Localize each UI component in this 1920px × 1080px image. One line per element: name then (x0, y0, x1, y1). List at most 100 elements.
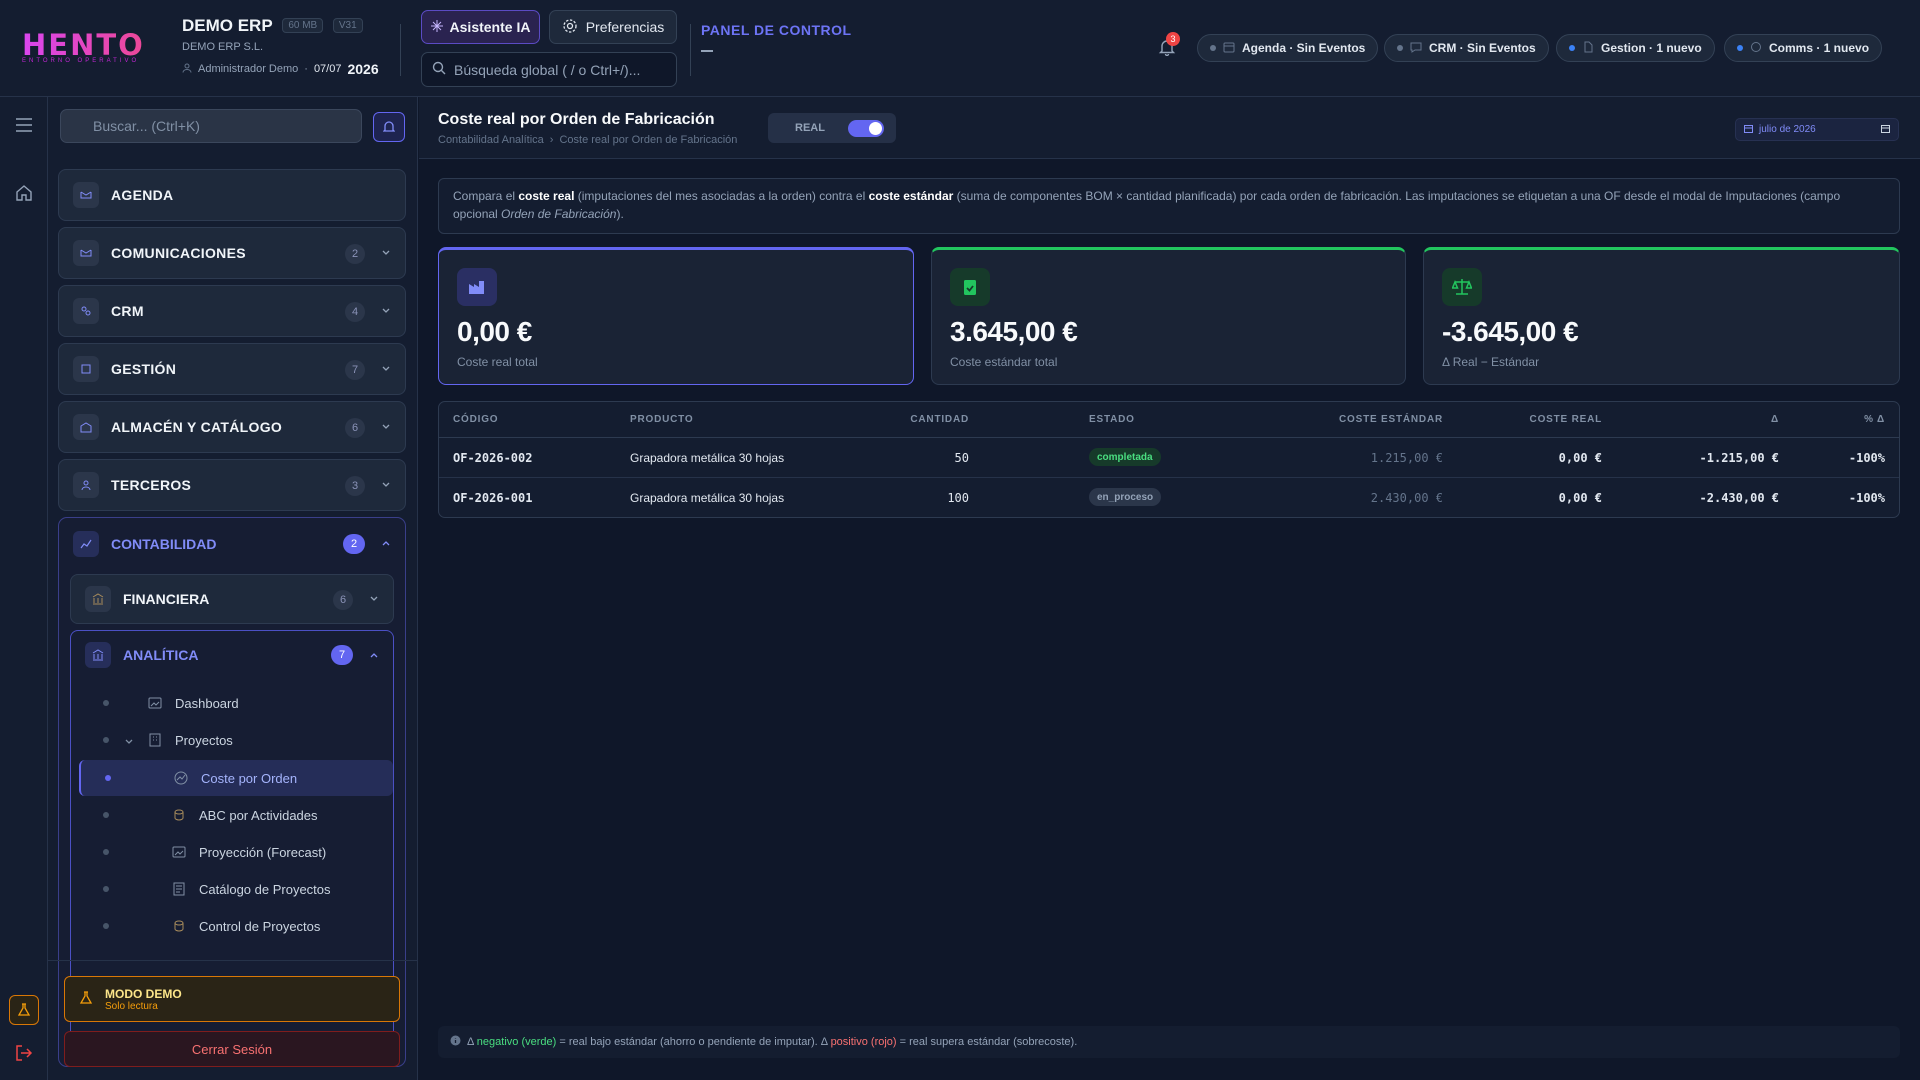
status-chip-gestion[interactable]: Gestion · 1 nuevo (1556, 34, 1715, 62)
status-chip-comms[interactable]: Comms · 1 nuevo (1724, 34, 1883, 62)
sidebar-section-gestion[interactable]: GESTIÓN 7 (58, 343, 406, 395)
coins-icon (171, 807, 187, 823)
document-icon (1582, 41, 1594, 56)
cell-delta: -2.430,00 € (1699, 491, 1779, 505)
search-icon (432, 61, 446, 78)
section-count-badge: 7 (345, 360, 365, 380)
section-label: ALMACÉN Y CATÁLOGO (111, 419, 283, 435)
separator-dot: · (304, 63, 308, 75)
info-text: Compara el (453, 189, 519, 203)
tree-dot (103, 700, 109, 706)
sidebar-section-comunicaciones[interactable]: COMUNICACIONES 2 (58, 227, 406, 279)
panel-title-underline (701, 50, 713, 52)
main-content: Coste real por Orden de Fabricación Cont… (419, 97, 1920, 1080)
tree-item-control-proyectos[interactable]: Control de Proyectos (79, 908, 393, 944)
panel-title[interactable]: PANEL DE CONTROL (701, 22, 852, 38)
analitica-header[interactable]: ANALÍTICA 7 (71, 631, 393, 679)
tree-item-coste-por-orden[interactable]: Coste por Orden (79, 760, 393, 796)
icon-rail (0, 97, 48, 1080)
footnote-text: Δ (467, 1036, 477, 1048)
cell-delta: -1.215,00 € (1699, 451, 1779, 465)
sidebar-section-terceros[interactable]: TERCEROS 3 (58, 459, 406, 511)
sidebar-section-almacen[interactable]: ALMACÉN Y CATÁLOGO 6 (58, 401, 406, 453)
user-line: Administrador Demo · 07/07 2026 (182, 61, 379, 77)
status-chip-label: CRM · Sin Eventos (1429, 41, 1536, 55)
tree-item-dashboard[interactable]: Dashboard (79, 685, 393, 721)
tree-item-label: Catálogo de Proyectos (199, 881, 331, 897)
global-search-placeholder: Búsqueda global ( / o Ctrl+/)... (454, 61, 641, 78)
preferences-button[interactable]: Preferencias (549, 10, 677, 44)
factory-icon (457, 268, 497, 306)
column-header-pct-delta[interactable]: % Δ (1864, 414, 1885, 425)
tree-dot (103, 812, 109, 818)
tree-dot (103, 849, 109, 855)
column-header-delta[interactable]: Δ (1771, 414, 1779, 425)
cell-codigo: OF-2026-001 (453, 491, 533, 505)
tree-item-forecast[interactable]: Proyección (Forecast) (79, 834, 393, 870)
hamburger-menu-icon[interactable] (12, 113, 36, 137)
status-badge: completada (1089, 448, 1161, 466)
chart-icon (173, 770, 189, 786)
column-header-coste-real[interactable]: COSTE REAL (1530, 414, 1602, 425)
logo-text: HENTOP (22, 28, 169, 62)
brand-logo[interactable]: HENTOP ENTORNO OPERATIVO (22, 28, 169, 66)
sidebar-section-crm[interactable]: CRM 4 (58, 285, 406, 337)
chevron-right-icon: › (549, 134, 554, 146)
demo-mode-banner[interactable]: MODO DEMO Solo lectura (64, 976, 400, 1022)
logout-button[interactable]: Cerrar Sesión (64, 1031, 400, 1067)
toggle-switch[interactable] (848, 120, 884, 137)
logout-icon[interactable] (12, 1041, 36, 1065)
demo-flask-icon[interactable] (9, 995, 39, 1025)
tree-item-proyectos[interactable]: Proyectos (79, 722, 393, 758)
column-header-coste-estandar[interactable]: COSTE ESTÁNDAR (1339, 414, 1443, 425)
tree-item-label: ABC por Actividades (199, 807, 318, 823)
tree-dot (105, 775, 111, 781)
gestion-icon (73, 356, 99, 382)
tree-item-label: Proyección (Forecast) (199, 844, 327, 860)
sidebar-section-agenda[interactable]: AGENDA (58, 169, 406, 221)
section-count-badge: 4 (345, 302, 365, 322)
status-badge: en_proceso (1089, 488, 1162, 506)
ai-assistant-button[interactable]: Asistente IA (421, 10, 540, 44)
top-bar: HENTOP ENTORNO OPERATIVO DEMO ERP 60 MB … (0, 0, 1920, 97)
sidebar-search-input[interactable]: Buscar... (Ctrl+K) (60, 109, 362, 143)
kpi-value: 0,00 € (457, 316, 532, 347)
column-header-estado[interactable]: ESTADO (1089, 414, 1135, 425)
section-count-badge: 2 (345, 244, 365, 264)
month-picker[interactable]: julio de 2026 (1735, 118, 1899, 141)
demo-mode-subtitle: Solo lectura (105, 1000, 158, 1012)
table-row[interactable]: OF-2026-002 Grapadora metálica 30 hojas … (439, 438, 1899, 478)
info-bold: coste estándar (868, 189, 954, 203)
comunicaciones-icon (73, 240, 99, 266)
company-name: DEMO ERP (182, 16, 273, 35)
table-row[interactable]: OF-2026-001 Grapadora metálica 30 hojas … (439, 478, 1899, 517)
column-header-producto[interactable]: PRODUCTO (630, 414, 693, 425)
status-chip-agenda[interactable]: Agenda · Sin Eventos (1197, 34, 1379, 62)
status-chip-crm[interactable]: CRM · Sin Eventos (1384, 34, 1549, 62)
column-header-codigo[interactable]: CÓDIGO (453, 414, 498, 425)
chat-icon (1750, 41, 1762, 56)
analytics-icon (85, 642, 111, 668)
home-icon[interactable] (12, 181, 36, 205)
footnote-positive: positivo (rojo) (830, 1036, 897, 1048)
tree-item-abc-actividades[interactable]: ABC por Actividades (79, 797, 393, 833)
scale-icon (1442, 268, 1482, 306)
info-text: (imputaciones del mes asociadas a la ord… (574, 189, 869, 203)
cell-codigo: OF-2026-002 (453, 451, 533, 465)
tree-item-label: Proyectos (175, 732, 233, 748)
sidebar-bell-icon[interactable] (373, 112, 405, 142)
real-toggle[interactable]: REAL (768, 113, 896, 143)
chevron-down-icon[interactable] (124, 735, 134, 750)
global-search-input[interactable]: Búsqueda global ( / o Ctrl+/)... (421, 52, 677, 87)
contabilidad-header[interactable]: CONTABILIDAD 2 (59, 518, 405, 570)
dashboard-icon (147, 695, 163, 711)
subsection-financiera[interactable]: FINANCIERA 6 (70, 574, 394, 624)
message-icon (1410, 41, 1422, 56)
kpi-value: -3.645,00 € (1442, 316, 1579, 347)
tree-item-catalogo-proyectos[interactable]: Catálogo de Proyectos (79, 871, 393, 907)
breadcrumb-item[interactable]: Contabilidad Analítica (438, 134, 544, 146)
calendar-open-icon[interactable] (1881, 124, 1890, 136)
column-header-cantidad[interactable]: CANTIDAD (910, 414, 969, 425)
subsection-count-badge: 6 (333, 590, 353, 610)
orders-table: CÓDIGO PRODUCTO CANTIDAD ESTADO COSTE ES… (438, 401, 1900, 518)
